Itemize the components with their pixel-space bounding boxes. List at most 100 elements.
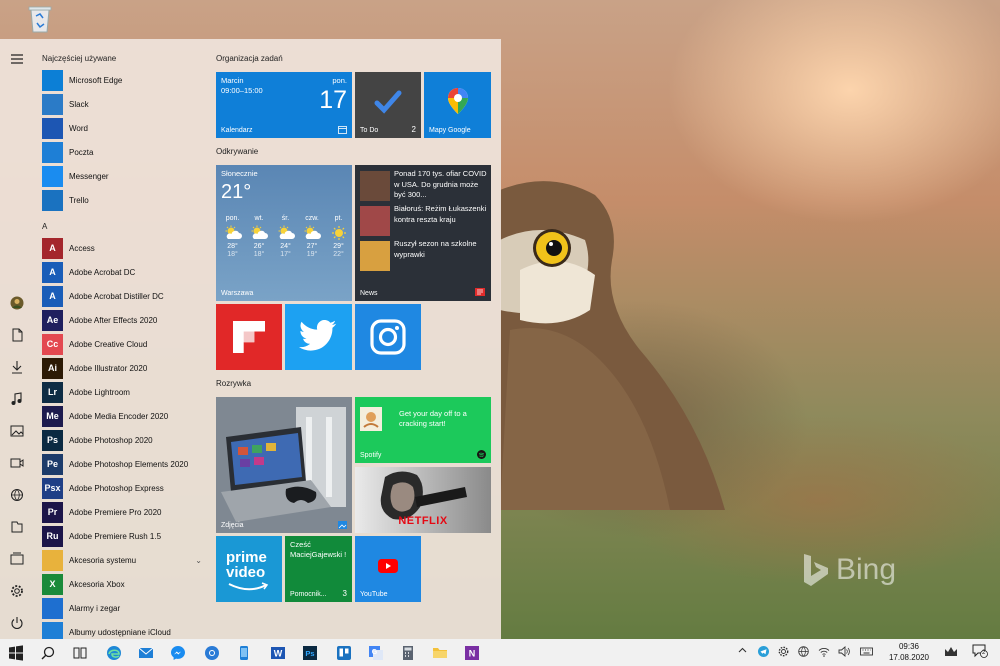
app-list-item[interactable]: Albumy udostępniane iCloud xyxy=(42,621,202,639)
app-list-item[interactable]: Poczta xyxy=(42,141,202,163)
todo-check-icon xyxy=(374,90,402,114)
weather-day-name: pt. xyxy=(334,215,343,222)
tray-widget-icon[interactable] xyxy=(944,645,958,659)
app-list-item[interactable]: Ru Adobe Premiere Rush 1.5 xyxy=(42,525,202,547)
taskbar-photoshop-icon[interactable]: Ps xyxy=(300,643,320,663)
tray-settings-icon[interactable] xyxy=(778,646,789,659)
app-list-item[interactable]: Trello xyxy=(42,189,202,211)
group-header-fun[interactable]: Rozrywka xyxy=(216,379,251,388)
tile-photos[interactable]: Zdjęcia xyxy=(216,397,352,533)
tile-prime-video[interactable]: prime video xyxy=(216,536,282,602)
app-list-item[interactable]: Pe Adobe Photoshop Elements 2020 xyxy=(42,453,202,475)
gallery-icon[interactable] xyxy=(9,551,25,567)
recycle-bin-icon[interactable] xyxy=(26,4,54,34)
expand-chevron-icon[interactable]: ⌄ xyxy=(195,556,202,565)
letter-header-a[interactable]: A xyxy=(42,222,47,231)
tile-instagram[interactable] xyxy=(355,304,421,370)
app-list-item[interactable]: Messenger xyxy=(42,165,202,187)
downloads-icon[interactable] xyxy=(9,359,25,375)
tile-todo[interactable]: To Do 2 xyxy=(355,72,421,138)
pictures-icon[interactable] xyxy=(9,423,25,439)
search-icon[interactable] xyxy=(38,643,58,663)
weather-day: wt. 26° 18° xyxy=(246,215,273,258)
group-header-discover[interactable]: Odkrywanie xyxy=(216,147,258,156)
tile-twitter[interactable] xyxy=(285,304,352,370)
taskbar-messenger-icon[interactable] xyxy=(168,643,188,663)
task-view-icon[interactable] xyxy=(70,643,90,663)
taskbar-chrome-icon[interactable] xyxy=(202,643,222,663)
taskbar-phone-icon[interactable] xyxy=(234,643,254,663)
tray-overflow-chevron-icon[interactable] xyxy=(738,646,747,657)
tile-spotify-label: Spotify xyxy=(360,452,382,459)
tray-telegram-icon[interactable] xyxy=(758,646,769,659)
app-list-item[interactable]: A Adobe Acrobat Distiller DC xyxy=(42,285,202,307)
tray-network-globe-icon[interactable] xyxy=(798,646,809,659)
taskbar-edge-icon[interactable] xyxy=(104,643,124,663)
app-list-item[interactable]: Akcesoria systemu ⌄ xyxy=(42,549,202,571)
app-list-item[interactable]: Ai Adobe Illustrator 2020 xyxy=(42,357,202,379)
app-icon: A xyxy=(42,261,63,283)
taskbar-onenote-icon[interactable]: N xyxy=(462,643,482,663)
app-icon: Pe xyxy=(42,453,63,475)
tile-assistant[interactable]: Cześć MaciejGajewski ! Pomocnik... 3 xyxy=(285,536,352,602)
app-list-item[interactable]: X Akcesoria Xbox xyxy=(42,573,202,595)
notifications-icon[interactable]: 2 xyxy=(972,644,988,660)
tile-netflix[interactable]: NETFLIX xyxy=(355,467,491,533)
app-list-item[interactable]: Pr Adobe Premiere Pro 2020 xyxy=(42,501,202,523)
app-list-item[interactable]: Psx Adobe Photoshop Express xyxy=(42,477,202,499)
tile-youtube[interactable]: YouTube xyxy=(355,536,421,602)
group-header-organize[interactable]: Organizacja zadań xyxy=(216,54,283,63)
tray-keyboard-icon[interactable] xyxy=(860,646,873,659)
weather-day-high: 24° xyxy=(280,243,291,250)
weather-day-low: 17° xyxy=(280,251,291,258)
power-icon[interactable] xyxy=(9,615,25,631)
music-icon[interactable] xyxy=(9,391,25,407)
taskbar-mail-icon[interactable] xyxy=(136,643,156,663)
tile-google-maps[interactable]: Mapy Google xyxy=(424,72,491,138)
app-list-item[interactable]: Microsoft Edge xyxy=(42,69,202,91)
bing-logo-icon xyxy=(804,554,828,586)
news-item[interactable]: Ruszył sezon na szkolne wyprawki xyxy=(360,239,488,273)
file-explorer-icon[interactable] xyxy=(9,519,25,535)
partly-cloudy-icon xyxy=(304,225,321,239)
taskbar-calculator-icon[interactable] xyxy=(398,643,418,663)
app-list-item[interactable]: Lr Adobe Lightroom xyxy=(42,381,202,403)
app-list-item[interactable]: A Access xyxy=(42,237,202,259)
taskbar-word-icon[interactable]: W xyxy=(268,643,288,663)
taskbar-clock[interactable]: 09:36 17.08.2020 xyxy=(884,641,934,663)
tray-volume-icon[interactable] xyxy=(838,646,850,659)
avatar[interactable] xyxy=(9,295,25,311)
network-icon[interactable] xyxy=(9,487,25,503)
app-list-item[interactable]: Word xyxy=(42,117,202,139)
tile-news[interactable]: Ponad 170 tys. ofiar COVID w USA. Do gru… xyxy=(355,165,491,301)
hamburger-menu-icon[interactable] xyxy=(9,51,25,67)
news-item[interactable]: Ponad 170 tys. ofiar COVID w USA. Do gru… xyxy=(360,169,488,203)
app-label: Albumy udostępniane iCloud xyxy=(69,627,171,637)
tile-calendar[interactable]: Marcin 09:00–15:00 pon. 17 Kalendarz xyxy=(216,72,352,138)
spotify-album-art xyxy=(360,407,382,431)
weather-day-low: 18° xyxy=(227,251,238,258)
app-list-item[interactable]: Ps Adobe Photoshop 2020 xyxy=(42,429,202,451)
videos-icon[interactable] xyxy=(9,455,25,471)
tile-flipboard[interactable] xyxy=(216,304,282,370)
google-maps-pin-icon xyxy=(448,88,468,114)
app-list-item[interactable]: Ae Adobe After Effects 2020 xyxy=(42,309,202,331)
documents-icon[interactable] xyxy=(9,327,25,343)
spotify-promo-text: Get your day off to a cracking start! xyxy=(399,409,467,428)
app-list-item[interactable]: Cc Adobe Creative Cloud xyxy=(42,333,202,355)
tile-spotify[interactable]: Get your day off to a cracking start! Sp… xyxy=(355,397,491,463)
app-list-item[interactable]: Me Adobe Media Encoder 2020 xyxy=(42,405,202,427)
netflix-logo-text: NETFLIX xyxy=(398,515,448,527)
taskbar-translator-icon[interactable]: G xyxy=(366,643,386,663)
app-icon xyxy=(42,93,63,115)
tile-weather[interactable]: Słonecznie 21° pon. 28° 18° wt. 26° 18° śr. 24°… xyxy=(216,165,352,301)
taskbar-trello-icon[interactable] xyxy=(334,643,354,663)
app-list-item[interactable]: Alarmy i zegar xyxy=(42,597,202,619)
news-item[interactable]: Białoruś: Reżim Łukaszenki kontra reszta… xyxy=(360,204,488,238)
taskbar-file-explorer-icon[interactable] xyxy=(430,643,450,663)
tray-wifi-icon[interactable] xyxy=(818,646,830,659)
settings-gear-icon[interactable] xyxy=(9,583,25,599)
app-list-item[interactable]: Slack xyxy=(42,93,202,115)
app-list-item[interactable]: A Adobe Acrobat DC xyxy=(42,261,202,283)
windows-start-icon[interactable] xyxy=(6,643,26,663)
